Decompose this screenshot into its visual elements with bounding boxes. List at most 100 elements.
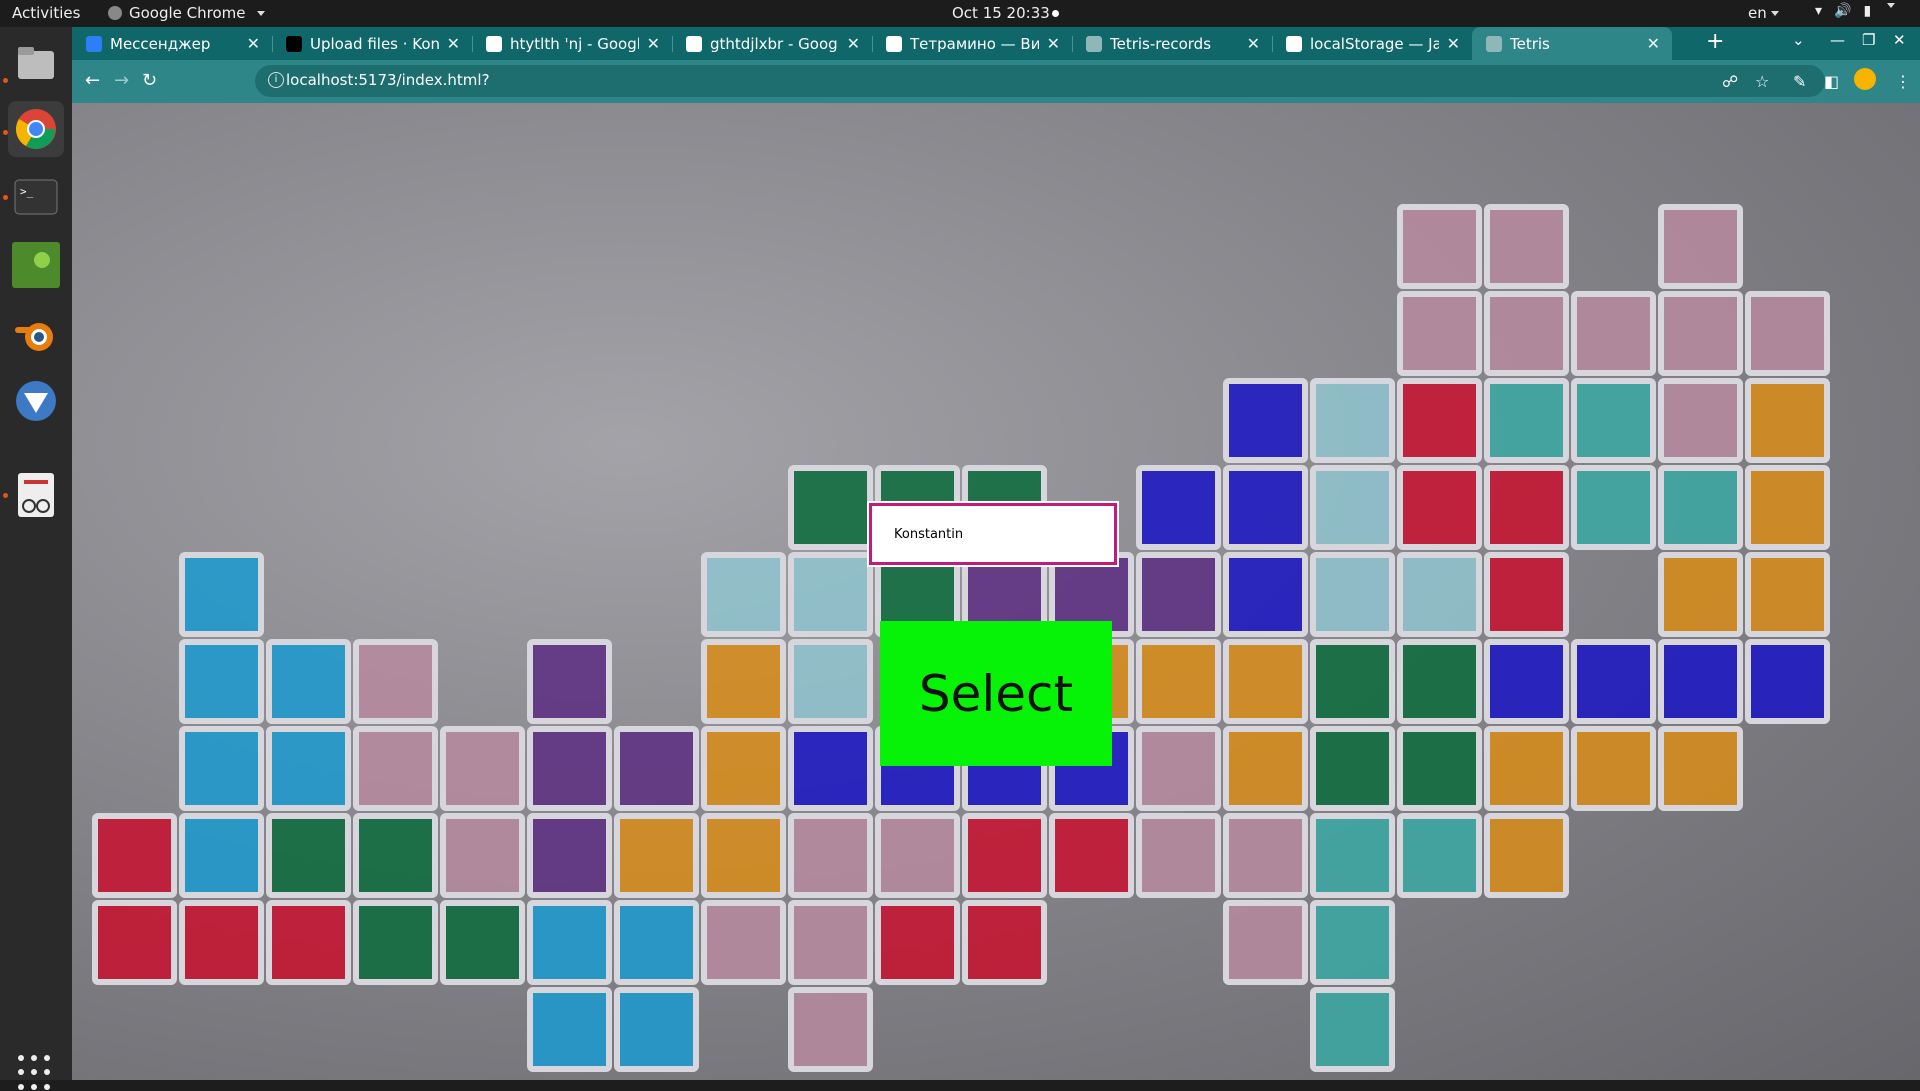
glass-block [1136,813,1221,898]
glass-block [1397,813,1482,898]
glass-block [1658,204,1743,289]
show-applications-icon[interactable] [18,1055,54,1091]
back-icon[interactable]: ← [85,70,100,91]
close-tab-icon[interactable]: ✕ [1247,34,1260,53]
chevron-down-icon [256,10,265,16]
dock: >_ [0,27,72,1090]
close-tab-icon[interactable]: ✕ [847,34,860,53]
forward-icon[interactable]: → [114,70,129,91]
glass-block [614,813,699,898]
browser-tab[interactable]: Тетрамино — Вики ✕ [872,27,1072,60]
glass-block [1310,987,1395,1072]
language-label: en [1748,4,1767,22]
browser-tab[interactable]: htytlth 'nj - Google S ✕ [472,27,672,60]
side-panel-icon[interactable]: ◧ [1824,72,1839,91]
glass-block [1658,552,1743,637]
glass-block [1310,900,1395,985]
language-indicator[interactable]: en [1748,4,1779,22]
messenger-icon [86,35,102,52]
image-viewer-icon[interactable] [8,237,64,293]
glass-block [1223,465,1308,550]
reload-icon[interactable]: ↻ [142,70,157,91]
select-button[interactable]: Select [880,621,1112,766]
glass-block [1658,639,1743,724]
tab-title: Мессенджер [110,34,211,53]
browser-tab[interactable]: localStorage — Jav ✕ [1272,27,1472,60]
glass-block [875,813,960,898]
glass-block [1658,465,1743,550]
terminal-icon[interactable]: >_ [8,169,64,225]
close-tab-icon[interactable]: ✕ [447,34,460,53]
browser-tab[interactable]: gthtdjlxbr - Google ✕ [672,27,872,60]
glass-block [1397,726,1482,811]
battery-icon: ▮ [1863,3,1872,19]
tab-separator [672,36,673,52]
inkscape-icon[interactable] [8,373,64,429]
tab-title: Tetris-records [1110,34,1212,53]
system-menu[interactable]: ▾ 🔊 ▮ [1815,3,1896,19]
bookmark-star-icon[interactable]: ☆ [1755,72,1769,91]
wifi-icon: ▾ [1815,3,1823,19]
glass-block [1658,726,1743,811]
wikipedia-icon [886,35,902,52]
share-icon[interactable]: ☍ [1722,72,1738,91]
glass-block [788,900,873,985]
glass-block [1310,639,1395,724]
close-tab-icon[interactable]: ✕ [1047,34,1060,53]
browser-tab[interactable]: Tetris-records ✕ [1072,27,1272,60]
menu-dots-icon[interactable]: ⋮ [1895,72,1911,91]
address-bar[interactable]: i localhost:5173/index.html? [255,65,1825,97]
glass-block [1745,639,1830,724]
glass-block [1310,378,1395,463]
extensions-icon[interactable]: ✎ [1793,72,1806,91]
app-menu[interactable]: Google Chrome [108,4,265,22]
glass-block [1571,291,1656,376]
close-tab-icon[interactable]: ✕ [1447,34,1460,53]
browser-tab[interactable]: Tetris ✕ [1472,27,1672,60]
running-indicator [3,78,8,83]
blender-icon[interactable] [8,307,64,363]
glass-block [353,900,438,985]
glass-block [1397,204,1482,289]
files-icon[interactable] [8,35,64,91]
glass-block [701,900,786,985]
glass-block [1223,900,1308,985]
glass-block [1136,552,1221,637]
glass-block [701,639,786,724]
document-viewer-icon[interactable] [8,467,64,523]
glass-block [440,900,525,985]
browser-tab[interactable]: Мессенджер ✕ [72,27,272,60]
tab-title: Тетрамино — Вики [910,34,1039,53]
close-tab-icon[interactable]: ✕ [647,34,660,53]
glass-block [179,639,264,724]
glass-block [1745,291,1830,376]
glass-block [1223,378,1308,463]
glass-block [1136,465,1221,550]
site-info-icon[interactable]: i [268,72,284,88]
glass-block [1484,726,1569,811]
tab-search-icon[interactable]: ⌄ [1792,31,1805,49]
player-name-input[interactable] [867,501,1119,567]
close-tab-icon[interactable]: ✕ [247,34,260,53]
new-tab-button[interactable]: + [1706,29,1724,54]
running-indicator [3,195,8,200]
maximize-button[interactable]: ❐ [1862,31,1875,49]
glass-block [179,900,264,985]
tab-separator [272,36,273,52]
activities-button[interactable]: Activities [12,4,80,22]
browser-tab[interactable]: Upload files · Konst ✕ [272,27,472,60]
glass-block [440,813,525,898]
close-window-button[interactable]: ✕ [1893,31,1906,49]
running-indicator [3,130,8,135]
google-icon [486,35,502,52]
glass-block [701,726,786,811]
minimize-button[interactable]: — [1830,31,1845,49]
chevron-down-icon [1770,11,1779,16]
tetris-background-image [92,204,1830,1072]
chrome-icon[interactable] [8,101,64,157]
close-tab-icon[interactable]: ✕ [1647,34,1660,53]
profile-avatar[interactable] [1854,68,1876,90]
tab-title: localStorage — Jav [1310,34,1439,53]
url-text: localhost:5173/index.html? [286,71,490,89]
clock[interactable]: Oct 15 20:33 [952,4,1050,22]
